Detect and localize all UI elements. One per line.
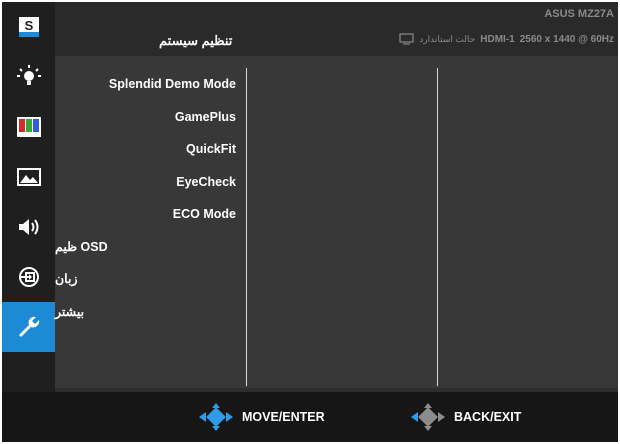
sidebar-item-sound[interactable]	[2, 202, 55, 252]
footer: MOVE/ENTER BACK/EXIT	[2, 392, 618, 442]
svg-text:S: S	[24, 18, 33, 33]
back-exit-label: BACK/EXIT	[454, 410, 522, 424]
column-divider-right	[437, 68, 438, 386]
menu-item-eco-mode[interactable]: ECO Mode	[55, 198, 241, 231]
sidebar-item-splendid[interactable]: S	[2, 2, 55, 52]
monitor-icon	[399, 33, 414, 45]
blue-light-icon	[16, 65, 41, 85]
menu-item-more[interactable]: بیشتر	[55, 296, 241, 329]
status-bar: حالت استاندارد HDMI-1 2560 x 1440 @ 60Hz	[399, 33, 614, 45]
color-bars-icon	[16, 117, 41, 137]
back-navigation-icon	[411, 403, 445, 431]
menu-item-gameplus[interactable]: GamePlus	[55, 101, 241, 134]
move-enter-label: MOVE/ENTER	[242, 410, 325, 424]
menu-item-eyecheck[interactable]: EyeCheck	[55, 166, 241, 199]
menu-item-quickfit[interactable]: QuickFit	[55, 133, 241, 166]
sidebar-item-color[interactable]	[2, 102, 55, 152]
page-title: تنظیم سیستم	[159, 33, 233, 48]
menu-item-osd-setup[interactable]: OSD ظیم	[55, 231, 241, 264]
menu-item-language[interactable]: زبان	[55, 263, 241, 296]
five-way-navigation-icon	[199, 403, 233, 431]
header: تنظیم سیستم ASUS MZ27A حالت استاندارد HD…	[55, 2, 618, 56]
image-icon	[16, 168, 41, 186]
resolution-info: 2560 x 1440 @ 60Hz	[519, 33, 614, 45]
wrench-icon	[18, 316, 39, 337]
sidebar-item-system-setup[interactable]	[2, 302, 55, 352]
osd-panel: S تنظیم سیستم ASUS MZ27A حالت استاندارد …	[2, 2, 618, 442]
sidebar: S	[2, 2, 55, 392]
move-enter-hint[interactable]: MOVE/ENTER	[198, 392, 325, 442]
input-source: HDMI-1	[480, 33, 515, 45]
splendid-s-icon: S	[18, 17, 39, 37]
input-select-icon	[18, 267, 39, 287]
back-exit-hint[interactable]: BACK/EXIT	[410, 392, 521, 442]
system-setup-menu: Splendid Demo Mode GamePlus QuickFit Eye…	[55, 68, 241, 328]
mode-label: حالت استاندارد	[419, 33, 476, 44]
main-content: Splendid Demo Mode GamePlus QuickFit Eye…	[55, 56, 618, 388]
monitor-model: ASUS MZ27A	[544, 8, 614, 20]
sidebar-item-image[interactable]	[2, 152, 55, 202]
speaker-icon	[18, 219, 38, 235]
column-divider-left	[246, 68, 247, 386]
menu-item-splendid-demo-mode[interactable]: Splendid Demo Mode	[55, 68, 241, 101]
sidebar-item-blue-light[interactable]	[2, 52, 55, 102]
sidebar-item-input[interactable]	[2, 252, 55, 302]
